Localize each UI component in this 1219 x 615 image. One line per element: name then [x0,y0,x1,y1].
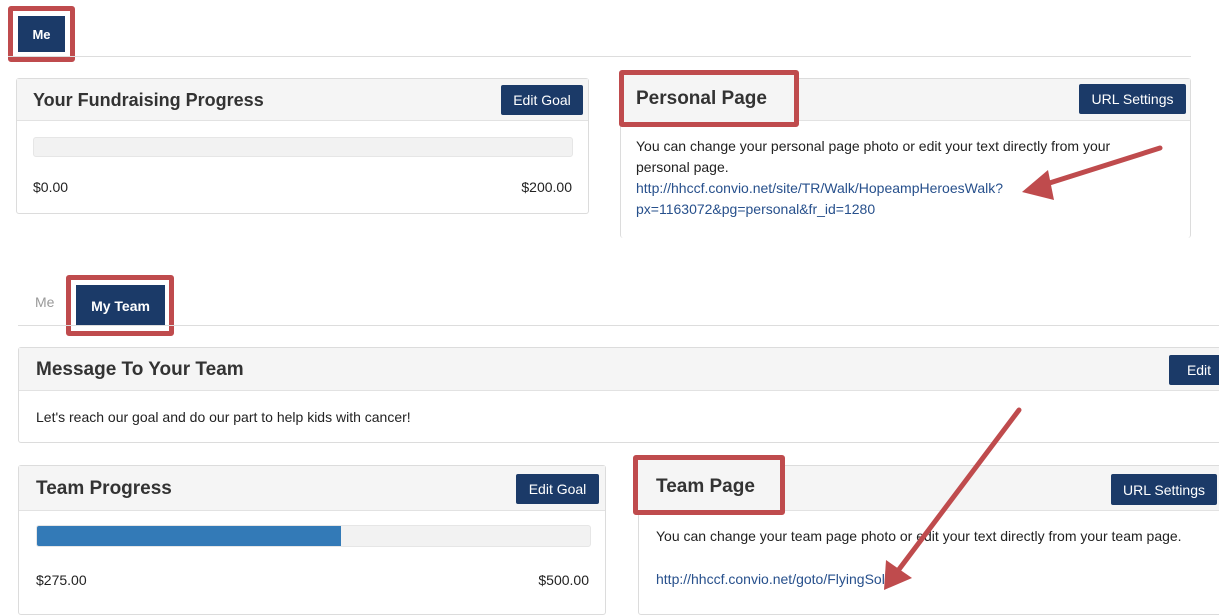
bottom-tab-divider [18,325,1219,326]
team-raised-amount: $275.00 [36,572,87,588]
tab-my-team[interactable]: My Team [76,285,165,326]
fundraising-progress-bar [33,137,573,157]
message-text: Let's reach our goal and do our part to … [36,409,411,425]
team-progress-fill [37,526,342,546]
fundraising-progress-panel: Your Fundraising Progress Edit Goal $0.0… [16,78,589,214]
tab-me-inactive[interactable]: Me [35,294,54,310]
team-progress-panel: Team Progress Edit Goal $275.00 $500.00 [18,465,606,615]
message-panel-title: Message To Your Team [36,359,244,380]
team-progress-bar [36,525,591,547]
fundraising-goal-amount: $200.00 [521,179,572,195]
edit-goal-button[interactable]: Edit Goal [501,85,583,115]
personal-page-url-line2[interactable]: px=1163072&pg=personal&fr_id=1280 [636,199,875,220]
fundraising-raised-amount: $0.00 [33,179,69,195]
team-page-description: You can change your team page photo or e… [656,528,1182,544]
fundraising-panel-title: Your Fundraising Progress [33,90,264,110]
personal-page-title: Personal Page [636,88,767,109]
team-edit-goal-button[interactable]: Edit Goal [516,474,599,504]
team-progress-title: Team Progress [36,478,172,499]
top-tab-divider [8,56,1191,57]
team-page-title: Team Page [656,476,755,497]
tab-me[interactable]: Me [18,16,65,52]
team-url-settings-button[interactable]: URL Settings [1111,474,1217,505]
edit-message-button[interactable]: Edit [1169,355,1219,385]
team-page-url[interactable]: http://hhccf.convio.net/goto/FlyingSolo [656,569,893,590]
personal-page-url-line1[interactable]: http://hhccf.convio.net/site/TR/Walk/Hop… [636,178,1003,199]
message-panel: Message To Your Team Edit Let's reach ou… [18,347,1219,443]
personal-page-description: You can change your personal page photo … [636,138,1111,175]
team-goal-amount: $500.00 [538,572,589,588]
url-settings-button[interactable]: URL Settings [1079,84,1186,114]
